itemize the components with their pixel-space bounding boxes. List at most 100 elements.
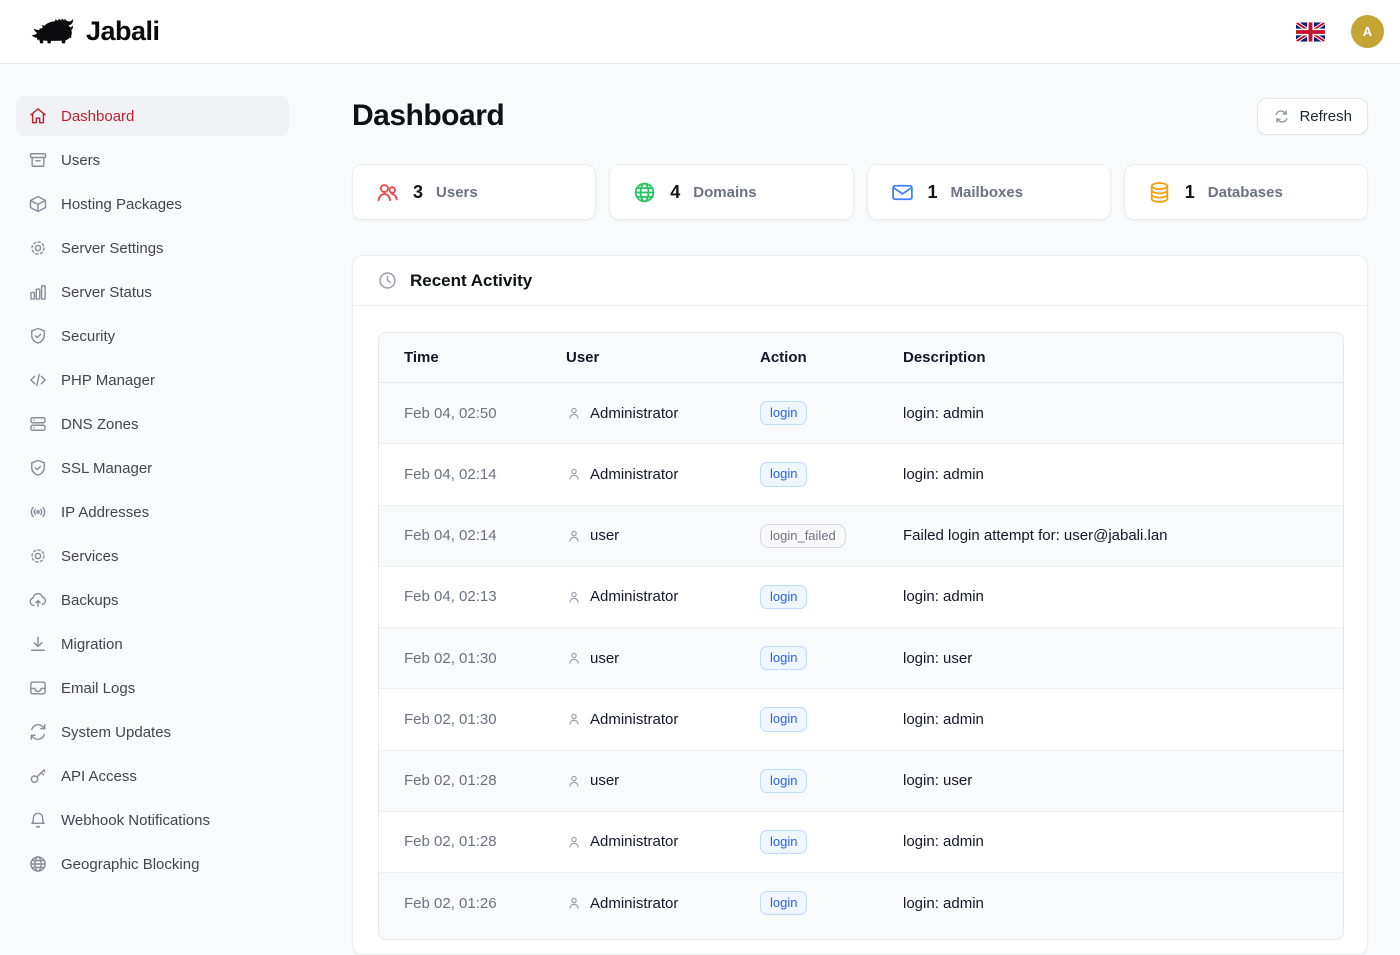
sidebar-item-label: SSL Manager xyxy=(61,460,152,477)
recent-activity-header: Recent Activity xyxy=(353,256,1367,306)
shield-check-icon xyxy=(28,458,48,478)
home-icon xyxy=(28,106,48,126)
activity-description: login: admin xyxy=(891,689,1343,750)
sidebar-item[interactable]: Email Logs xyxy=(16,668,289,708)
sidebar-item-label: PHP Manager xyxy=(61,372,155,389)
sidebar-item[interactable]: Users xyxy=(16,140,289,180)
table-row: Feb 04, 02:50 Administrator xyxy=(379,383,1343,444)
person-icon xyxy=(566,528,582,544)
sidebar-item[interactable]: Server Status xyxy=(16,272,289,312)
stat-count: 1 xyxy=(1185,182,1195,203)
chart-bars-icon xyxy=(28,282,48,302)
page-title: Dashboard xyxy=(352,99,504,133)
action-badge: login xyxy=(760,891,807,915)
brand-logo[interactable]: Jabali xyxy=(26,13,160,51)
stat-card[interactable]: 3 Users xyxy=(352,164,596,220)
activity-time: Feb 04, 02:14 xyxy=(379,444,554,505)
sidebar-item[interactable]: Geographic Blocking xyxy=(16,844,289,884)
refresh-button[interactable]: Refresh xyxy=(1257,98,1368,135)
sidebar-item-label: Security xyxy=(61,328,115,345)
shield-check-icon xyxy=(28,326,48,346)
table-row: Feb 02, 01:28 user xyxy=(379,750,1343,811)
person-icon xyxy=(566,589,582,605)
activity-user: Administrator xyxy=(590,833,678,850)
table-row-partial xyxy=(379,933,1343,939)
sidebar-item[interactable]: Hosting Packages xyxy=(16,184,289,224)
sidebar-item[interactable]: Services xyxy=(16,536,289,576)
activity-description: login: user xyxy=(891,628,1343,689)
uk-flag-icon[interactable] xyxy=(1296,22,1325,42)
sidebar-item-label: Geographic Blocking xyxy=(61,856,199,873)
stat-card[interactable]: 1 Mailboxes xyxy=(867,164,1111,220)
bell-icon xyxy=(28,810,48,830)
activity-time: Feb 02, 01:28 xyxy=(379,750,554,811)
table-row: Feb 04, 02:14 Administrator xyxy=(379,444,1343,505)
recent-activity-title: Recent Activity xyxy=(410,271,532,291)
sidebar-item-label: Users xyxy=(61,152,100,169)
sidebar-item[interactable]: SSL Manager xyxy=(16,448,289,488)
sidebar-item[interactable]: Server Settings xyxy=(16,228,289,268)
sidebar-item[interactable]: Migration xyxy=(16,624,289,664)
action-badge: login_failed xyxy=(760,524,846,548)
top-bar: Jabali A xyxy=(0,0,1400,64)
activity-description: login: admin xyxy=(891,873,1343,934)
activity-time: Feb 02, 01:30 xyxy=(379,689,554,750)
stat-count: 1 xyxy=(928,182,938,203)
stat-label: Users xyxy=(436,184,478,201)
sidebar-item[interactable]: PHP Manager xyxy=(16,360,289,400)
activity-user: user xyxy=(590,650,619,667)
sidebar-item[interactable]: Dashboard xyxy=(16,96,289,136)
sidebar-item-label: Hosting Packages xyxy=(61,196,182,213)
activity-time: Feb 02, 01:30 xyxy=(379,628,554,689)
activity-user: Administrator xyxy=(590,895,678,912)
person-icon xyxy=(566,650,582,666)
action-badge: login xyxy=(760,769,807,793)
table-row: Feb 02, 01:28 Administrator xyxy=(379,811,1343,872)
person-icon xyxy=(566,773,582,789)
main-content: Dashboard Refresh 3 Users 4 Domains xyxy=(352,64,1368,955)
person-icon xyxy=(566,834,582,850)
sidebar-item[interactable]: Backups xyxy=(16,580,289,620)
stat-label: Mailboxes xyxy=(951,184,1024,201)
activity-description: login: admin xyxy=(891,383,1343,444)
sidebar-item[interactable]: Webhook Notifications xyxy=(16,800,289,840)
stat-label: Databases xyxy=(1208,184,1283,201)
table-row: Feb 04, 02:13 Administrator xyxy=(379,566,1343,627)
column-header-action: Action xyxy=(748,333,891,383)
sidebar-item-label: Migration xyxy=(61,636,123,653)
stat-count: 3 xyxy=(413,182,423,203)
person-icon xyxy=(566,405,582,421)
sidebar-item[interactable]: DNS Zones xyxy=(16,404,289,444)
person-icon xyxy=(566,895,582,911)
sidebar-item[interactable]: System Updates xyxy=(16,712,289,752)
sidebar-item[interactable]: API Access xyxy=(16,756,289,796)
brand-name: Jabali xyxy=(86,16,160,47)
action-badge: login xyxy=(760,462,807,486)
table-row: Feb 02, 01:30 user xyxy=(379,628,1343,689)
cloud-upload-icon xyxy=(28,590,48,610)
table-row: Feb 02, 01:26 Administrator xyxy=(379,873,1343,934)
stat-card[interactable]: 1 Databases xyxy=(1124,164,1368,220)
refresh-label: Refresh xyxy=(1299,108,1352,125)
globe-icon xyxy=(632,180,657,205)
column-header-time: Time xyxy=(379,333,554,383)
stat-count: 4 xyxy=(670,182,680,203)
table-row: Feb 04, 02:14 user xyxy=(379,505,1343,566)
boar-icon xyxy=(26,13,78,51)
sidebar-item-label: Server Settings xyxy=(61,240,164,257)
download-icon xyxy=(28,634,48,654)
activity-user: Administrator xyxy=(590,405,678,422)
mail-icon xyxy=(890,180,915,205)
user-avatar[interactable]: A xyxy=(1351,15,1384,48)
sidebar-item[interactable]: IP Addresses xyxy=(16,492,289,532)
sidebar-item-label: Backups xyxy=(61,592,119,609)
recent-activity-card: Recent Activity Time User Action Descrip… xyxy=(352,255,1368,955)
stat-card[interactable]: 4 Domains xyxy=(609,164,853,220)
archive-icon xyxy=(28,150,48,170)
database-icon xyxy=(1147,180,1172,205)
table-header-row: Time User Action Description xyxy=(379,333,1343,383)
sidebar-item[interactable]: Security xyxy=(16,316,289,356)
inbox-icon xyxy=(28,678,48,698)
activity-description: login: admin xyxy=(891,811,1343,872)
server-stack-icon xyxy=(28,414,48,434)
